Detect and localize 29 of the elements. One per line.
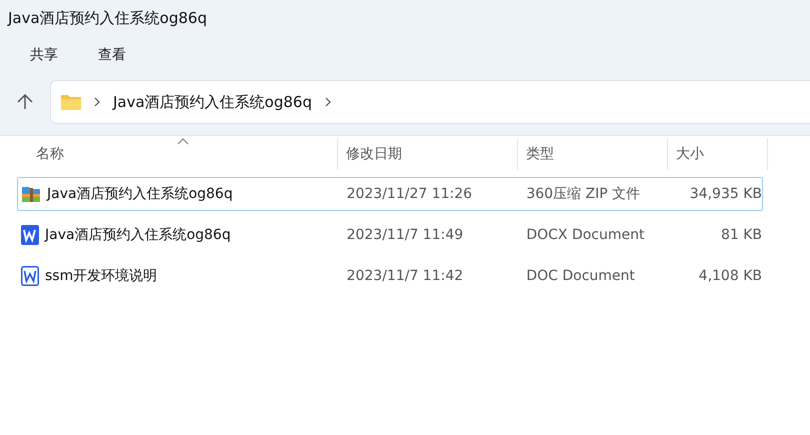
file-name: ssm开发环境说明 [45, 267, 158, 285]
file-row[interactable]: Java酒店预约入住系统og86q 2023/11/7 11:49 DOCX Document 81 KB [17, 218, 763, 252]
breadcrumb[interactable]: Java酒店预约入住系统og86q [113, 92, 312, 112]
modified-date: 2023/11/27 11:26 [346, 186, 472, 202]
file-size: 4,108 KB [698, 268, 762, 284]
window-title: Java酒店预约入住系统og86q [6, 8, 208, 29]
column-header[interactable]: 修改日期 [338, 138, 518, 170]
file-name: Java酒店预约入住系统og86q [47, 185, 233, 203]
up-arrow-icon[interactable] [16, 93, 34, 111]
word-document-icon [21, 225, 39, 245]
file-row[interactable]: ssm开发环境说明 2023/11/7 11:42 DOC Document 4,108 KB [17, 259, 763, 293]
modified-date: 2023/11/7 11:42 [346, 268, 464, 284]
archive-icon [21, 184, 41, 204]
modified-date: 2023/11/7 11:49 [346, 227, 464, 243]
file-size: 34,935 KB [690, 186, 762, 202]
address-bar[interactable]: Java酒店预约入住系统og86q [50, 80, 810, 124]
folder-icon [61, 94, 81, 110]
file-name: Java酒店预约入住系统og86q [45, 226, 231, 244]
menu-item[interactable]: 查看 [86, 37, 138, 72]
column-header[interactable]: 大小 [668, 138, 768, 170]
column-header[interactable]: 类型 [518, 138, 668, 170]
word-document-icon [21, 266, 39, 286]
file-size: 81 KB [720, 227, 762, 243]
file-row[interactable]: Java酒店预约入住系统og86q 2023/11/27 11:26 360压缩 ZIP 文件 34,935 KB [17, 177, 763, 211]
file-type: DOCX Document [526, 227, 644, 243]
file-type: 360压缩 ZIP 文件 [526, 185, 640, 203]
file-type: DOC Document [526, 268, 635, 284]
menu-item[interactable]: 共享 [18, 37, 70, 72]
column-header[interactable]: 名称 [0, 138, 338, 170]
